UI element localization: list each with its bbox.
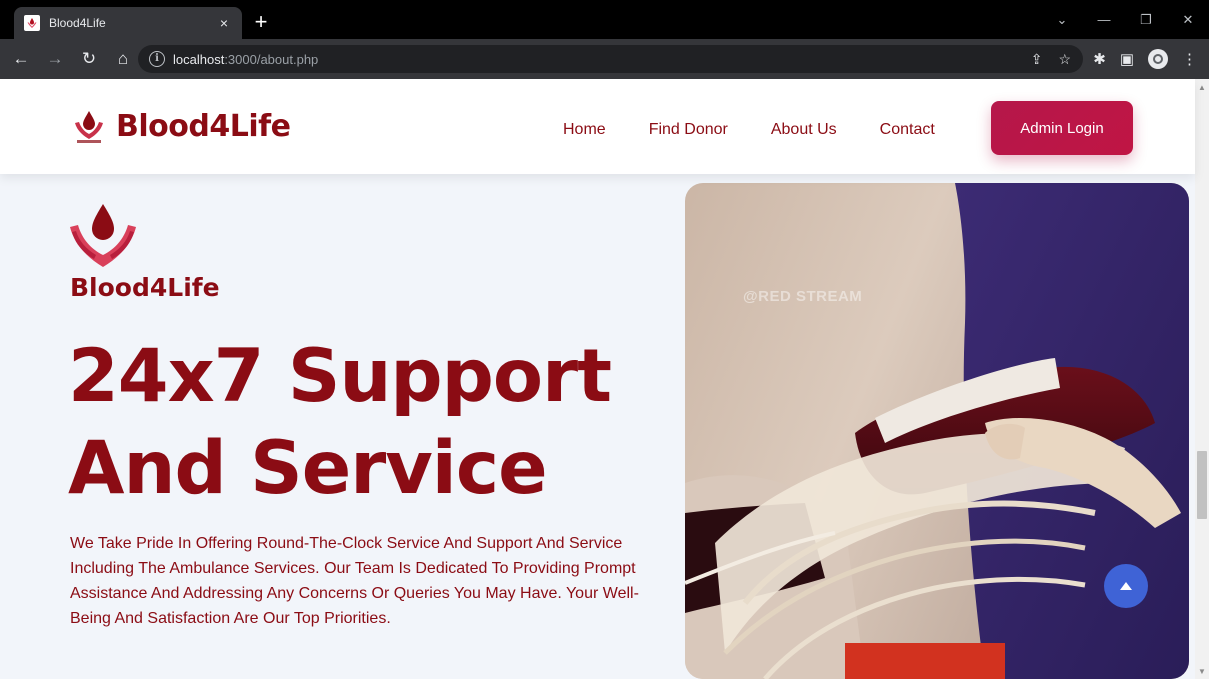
star-icon[interactable]: ☆ [1058,51,1071,68]
restore-icon[interactable]: ❐ [1125,12,1167,28]
tab-search-icon[interactable]: ⌄ [1041,12,1083,28]
brand-logo-link[interactable]: Blood4Life [74,109,291,144]
nav-home[interactable]: Home [563,121,606,139]
extensions-icon[interactable]: ✱ [1093,50,1106,68]
forward-icon[interactable]: → [42,46,68,72]
nav-about-us[interactable]: About Us [771,121,837,139]
address-bar[interactable]: i localhost:3000/about.php ⇪ ☆ [138,45,1083,73]
arrow-up-icon [1120,582,1132,590]
main-nav: Home Find Donor About Us Contact [563,79,978,180]
hero-title: 24x7 Support And Service [68,331,668,515]
close-window-icon[interactable]: ✕ [1167,12,1209,28]
hero-description: We Take Pride In Offering Round-The-Cloc… [70,535,639,627]
image-watermark: @RED STREAM [743,288,863,305]
scroll-up-icon[interactable]: ▲ [1195,81,1209,95]
browser-tab-bar: Blood4Life × + ⌄ — ❐ ✕ [0,0,1209,39]
nav-find-donor[interactable]: Find Donor [649,121,728,139]
share-icon[interactable]: ⇪ [1031,51,1043,68]
favicon-icon [24,15,40,31]
browser-toolbar: ← → ↻ ⌂ i localhost:3000/about.php ⇪ ☆ ✱… [0,39,1209,79]
browser-tab[interactable]: Blood4Life × [14,7,242,39]
blood-drop-hands-logo [70,204,136,267]
profile-icon[interactable] [1148,49,1168,69]
menu-icon[interactable]: ⋮ [1182,50,1197,68]
tab-title: Blood4Life [49,16,106,30]
hero-title-line-1: 24x7 Support [68,334,612,419]
hero-title-line-2: And Service [68,426,548,511]
hero-brand-name: Blood4Life [70,273,220,302]
tab-close-icon[interactable]: × [216,15,232,31]
site-header: Blood4Life Home Find Donor About Us Cont… [0,79,1195,174]
home-icon[interactable]: ⌂ [110,46,136,72]
url-path: :3000/about.php [224,51,319,67]
back-icon[interactable]: ← [8,46,34,72]
info-icon[interactable]: i [149,51,165,67]
page-scrollbar[interactable]: ▲ ▼ [1195,79,1209,679]
reload-icon[interactable]: ↻ [76,46,102,72]
blood-drop-hands-icon [75,110,103,143]
scroll-down-icon[interactable]: ▼ [1195,665,1209,679]
brand-name: Blood4Life [116,109,291,144]
nav-contact[interactable]: Contact [880,121,935,139]
window-controls: ⌄ — ❐ ✕ [1041,0,1209,39]
url-host: localhost [173,51,225,67]
minimize-icon[interactable]: — [1083,12,1125,27]
page-viewport: Blood4Life Home Find Donor About Us Cont… [0,79,1209,679]
scrollbar-thumb[interactable] [1197,451,1207,519]
sidepanel-icon[interactable]: ▣ [1120,50,1134,68]
admin-login-button[interactable]: Admin Login [991,101,1133,155]
new-tab-button[interactable]: + [250,11,272,33]
scroll-to-top-button[interactable] [1104,564,1148,608]
